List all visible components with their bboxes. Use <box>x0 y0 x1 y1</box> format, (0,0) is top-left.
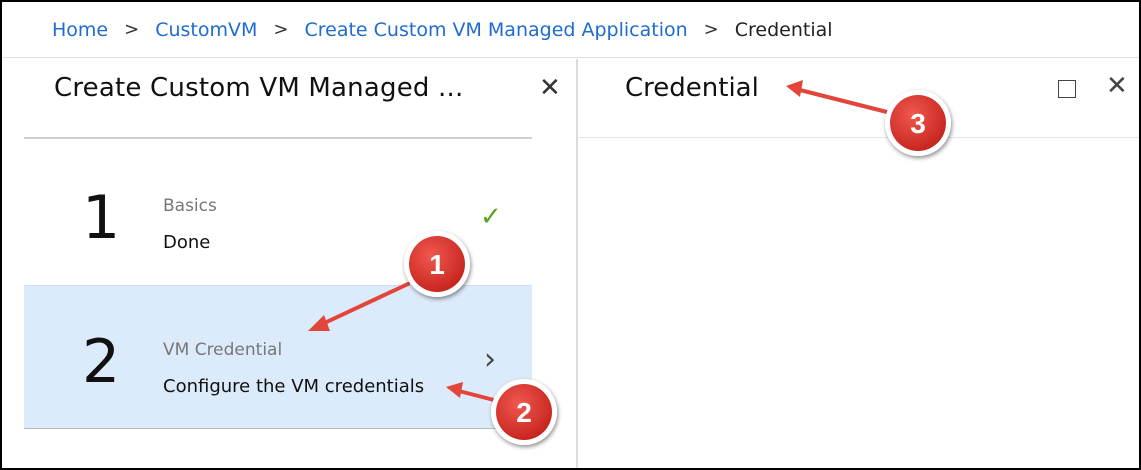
create-app-blade: Create Custom VM Managed ... ✕ 1 Basics … <box>2 59 578 468</box>
breadcrumb-current: Credential <box>734 18 833 41</box>
breadcrumb-create-app-link[interactable]: Create Custom VM Managed Application <box>304 19 687 41</box>
step-label: VM Credential <box>163 340 283 360</box>
blade-title: Create Custom VM Managed ... <box>54 73 464 103</box>
step-description: Configure the VM credentials <box>163 376 425 397</box>
breadcrumb-home-link[interactable]: Home <box>52 19 108 41</box>
step-label: Basics <box>163 196 217 216</box>
credential-blade: Credential ✕ <box>578 59 1139 468</box>
step-number: 2 <box>82 327 121 397</box>
breadcrumb-separator: > <box>273 19 289 40</box>
step-vm-credential[interactable]: 2 VM Credential Configure the VM credent… <box>24 285 532 429</box>
breadcrumb-customvm-link[interactable]: CustomVM <box>155 19 257 41</box>
close-icon[interactable]: ✕ <box>1106 71 1128 101</box>
maximize-icon[interactable] <box>1058 80 1076 98</box>
close-icon[interactable]: ✕ <box>539 73 561 103</box>
check-icon: ✓ <box>480 202 502 232</box>
breadcrumb-separator: > <box>124 19 140 40</box>
chevron-right-icon: › <box>484 342 496 377</box>
app-window: Home > CustomVM > Create Custom VM Manag… <box>0 0 1141 470</box>
breadcrumb-separator: > <box>703 19 719 40</box>
step-number: 1 <box>82 183 121 253</box>
breadcrumb: Home > CustomVM > Create Custom VM Manag… <box>2 2 1139 58</box>
divider <box>578 137 1139 138</box>
step-basics[interactable]: 1 Basics Done ✓ <box>24 174 532 278</box>
blade-title: Credential <box>625 73 759 103</box>
step-status-text: Done <box>163 232 211 253</box>
divider <box>24 137 532 139</box>
